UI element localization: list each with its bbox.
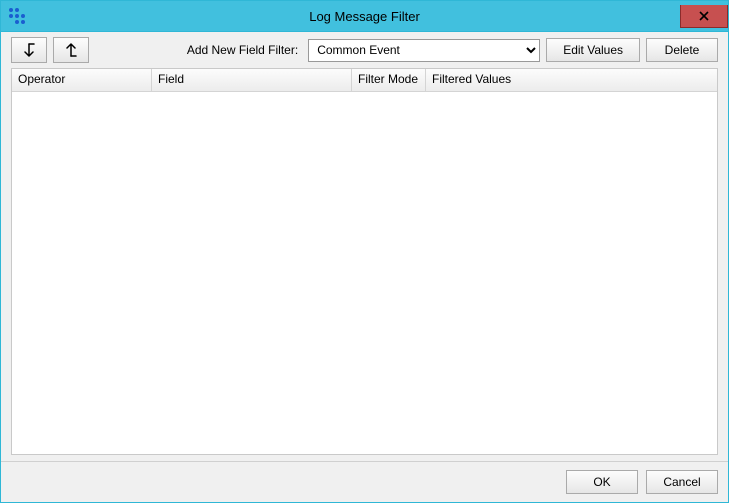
cancel-button[interactable]: Cancel — [646, 470, 718, 494]
arrow-up-icon — [65, 43, 77, 57]
column-filtered-values[interactable]: Filtered Values — [426, 69, 717, 91]
window-title: Log Message Filter — [1, 9, 728, 24]
move-up-button[interactable] — [53, 37, 89, 63]
edit-values-button[interactable]: Edit Values — [546, 38, 640, 62]
column-field[interactable]: Field — [152, 69, 352, 91]
grid-header: Operator Field Filter Mode Filtered Valu… — [12, 69, 717, 92]
grid-body[interactable] — [12, 92, 717, 454]
add-filter-label: Add New Field Filter: — [187, 43, 298, 57]
dialog-window: Log Message Filter Add New Field Filter:… — [0, 0, 729, 503]
titlebar: Log Message Filter — [1, 1, 728, 32]
arrow-down-icon — [23, 43, 35, 57]
filter-grid: Operator Field Filter Mode Filtered Valu… — [11, 68, 718, 455]
delete-button[interactable]: Delete — [646, 38, 718, 62]
ok-button[interactable]: OK — [566, 470, 638, 494]
field-filter-combo[interactable]: Common Event — [308, 39, 540, 62]
column-filter-mode[interactable]: Filter Mode — [352, 69, 426, 91]
column-operator[interactable]: Operator — [12, 69, 152, 91]
move-down-button[interactable] — [11, 37, 47, 63]
bottom-bar: OK Cancel — [1, 461, 728, 502]
close-button[interactable] — [680, 5, 728, 28]
toolbar: Add New Field Filter: Common Event Edit … — [1, 32, 728, 68]
close-icon — [699, 11, 709, 21]
app-icon — [9, 8, 29, 24]
